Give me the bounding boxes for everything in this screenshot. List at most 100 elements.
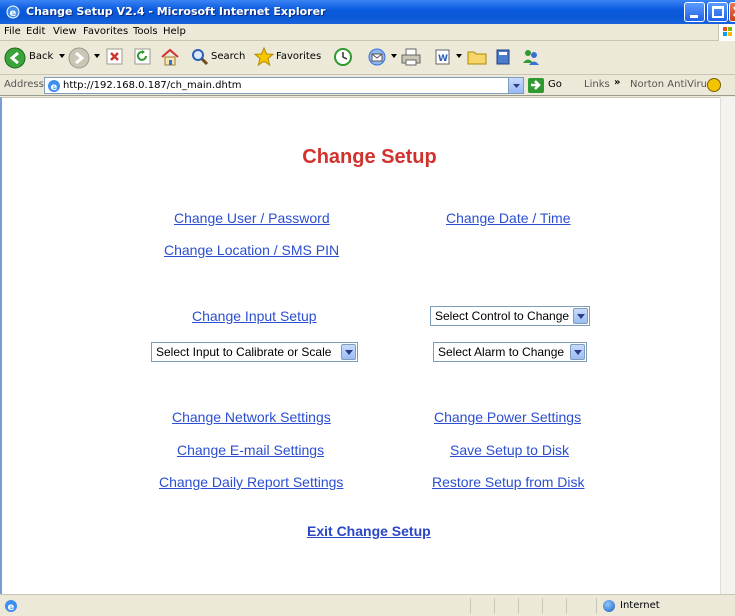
back-arrow-icon xyxy=(4,47,26,69)
change-input-setup-link[interactable]: Change Input Setup xyxy=(192,308,317,324)
mail-icon xyxy=(368,48,386,66)
favorites-label: Favorites xyxy=(276,51,322,62)
toolbar: Back Search Favorites W xyxy=(0,41,735,75)
home-button[interactable] xyxy=(160,47,180,69)
folder-button[interactable] xyxy=(466,47,488,69)
ie-icon: e xyxy=(6,5,20,19)
page-ie-icon: e xyxy=(48,80,60,93)
word-icon: W xyxy=(435,49,450,65)
forward-dropdown-icon[interactable] xyxy=(94,54,100,58)
home-icon xyxy=(161,48,179,66)
norton-icon[interactable] xyxy=(707,78,721,92)
window-title: Change Setup V2.4 - Microsoft Internet E… xyxy=(26,5,326,18)
favorites-star-icon xyxy=(253,46,275,67)
menu-edit[interactable]: Edit xyxy=(26,26,45,37)
status-segment xyxy=(518,598,542,614)
change-network-settings-link[interactable]: Change Network Settings xyxy=(172,409,331,425)
status-segment xyxy=(566,598,596,614)
history-button[interactable] xyxy=(333,47,353,69)
change-date-time-link[interactable]: Change Date / Time xyxy=(446,210,571,226)
messenger-button[interactable] xyxy=(520,47,542,69)
address-bar: Address e http://192.168.0.187/ch_main.d… xyxy=(0,75,735,96)
vertical-scrollbar[interactable] xyxy=(720,97,735,594)
go-label[interactable]: Go xyxy=(548,79,562,90)
control-select[interactable]: Select Control to Change xyxy=(430,306,590,326)
menu-bar: File Edit View Favorites Tools Help xyxy=(0,24,735,41)
maximize-icon xyxy=(712,6,724,18)
input-calibrate-select-value: Select Input to Calibrate or Scale xyxy=(156,345,332,359)
chevron-down-icon[interactable] xyxy=(570,344,585,360)
stop-icon xyxy=(106,48,123,65)
minimize-icon xyxy=(690,15,698,18)
svg-text:W: W xyxy=(438,54,448,64)
favorites-button[interactable]: Favorites xyxy=(253,46,326,69)
close-icon xyxy=(733,6,735,17)
chevron-down-icon[interactable] xyxy=(341,344,356,360)
status-segment xyxy=(494,598,518,614)
folder-icon xyxy=(467,51,487,65)
stop-button[interactable] xyxy=(106,47,124,69)
search-icon xyxy=(192,49,209,66)
search-label: Search xyxy=(211,51,246,62)
go-arrow-icon xyxy=(531,80,541,90)
history-icon xyxy=(334,48,352,66)
address-input[interactable]: e http://192.168.0.187/ch_main.dhtm xyxy=(44,77,524,94)
input-calibrate-select[interactable]: Select Input to Calibrate or Scale xyxy=(151,342,358,362)
forward-arrow-icon xyxy=(68,47,90,69)
norton-antivirus-label[interactable]: Norton AntiVirus xyxy=(630,79,712,90)
internet-globe-icon xyxy=(603,600,615,612)
minimize-button[interactable] xyxy=(684,2,705,22)
status-bar: e Internet xyxy=(0,594,735,616)
links-overflow-icon[interactable]: » xyxy=(614,77,620,88)
status-segment xyxy=(470,598,494,614)
change-power-settings-link[interactable]: Change Power Settings xyxy=(434,409,581,425)
mail-dropdown-icon[interactable] xyxy=(391,54,397,58)
menu-favorites[interactable]: Favorites xyxy=(83,26,128,37)
edit-dropdown-icon[interactable] xyxy=(456,54,462,58)
links-label[interactable]: Links xyxy=(584,79,610,90)
alarm-select[interactable]: Select Alarm to Change xyxy=(433,342,587,362)
research-icon xyxy=(496,49,510,65)
print-button[interactable] xyxy=(400,47,422,69)
messenger-icon xyxy=(523,50,539,65)
maximize-button[interactable] xyxy=(707,2,728,22)
refresh-icon xyxy=(134,48,151,65)
change-user-password-link[interactable]: Change User / Password xyxy=(174,210,330,226)
forward-button[interactable] xyxy=(68,47,90,69)
browser-window: e Change Setup V2.4 - Microsoft Internet… xyxy=(0,0,735,616)
address-dropdown-icon[interactable] xyxy=(508,78,523,93)
address-label: Address xyxy=(4,79,44,90)
alarm-select-value: Select Alarm to Change xyxy=(438,345,565,359)
page-title: Change Setup xyxy=(302,146,437,168)
page-status-icon: e xyxy=(5,600,17,613)
back-dropdown-icon[interactable] xyxy=(59,54,65,58)
change-daily-report-link[interactable]: Change Daily Report Settings xyxy=(159,474,343,490)
svg-text:e: e xyxy=(10,8,17,19)
change-location-sms-link[interactable]: Change Location / SMS PIN xyxy=(164,242,339,258)
go-button[interactable] xyxy=(528,78,544,93)
menu-help[interactable]: Help xyxy=(163,26,186,37)
edit-button[interactable]: W xyxy=(434,47,452,69)
refresh-button[interactable] xyxy=(134,47,152,69)
save-setup-link[interactable]: Save Setup to Disk xyxy=(450,442,569,458)
change-email-settings-link[interactable]: Change E-mail Settings xyxy=(177,442,324,458)
menu-view[interactable]: View xyxy=(53,26,77,37)
mail-button[interactable] xyxy=(366,47,388,69)
windows-logo-icon xyxy=(718,24,735,41)
back-label: Back xyxy=(29,51,54,62)
research-button[interactable] xyxy=(494,47,514,69)
close-button[interactable] xyxy=(729,2,735,22)
svg-text:e: e xyxy=(51,82,58,93)
restore-setup-link[interactable]: Restore Setup from Disk xyxy=(432,474,585,490)
page-content: Change Setup Change User / Password Chan… xyxy=(0,97,735,594)
chevron-down-icon[interactable] xyxy=(573,308,588,324)
svg-text:e: e xyxy=(8,602,15,613)
search-button[interactable]: Search xyxy=(190,47,250,69)
menu-tools[interactable]: Tools xyxy=(133,26,158,37)
exit-change-setup-link[interactable]: Exit Change Setup xyxy=(307,523,431,539)
menu-file[interactable]: File xyxy=(4,26,21,37)
status-segment xyxy=(542,598,566,614)
back-button[interactable]: Back xyxy=(4,47,54,69)
security-zone xyxy=(596,598,735,614)
title-bar[interactable]: e Change Setup V2.4 - Microsoft Internet… xyxy=(0,0,735,24)
